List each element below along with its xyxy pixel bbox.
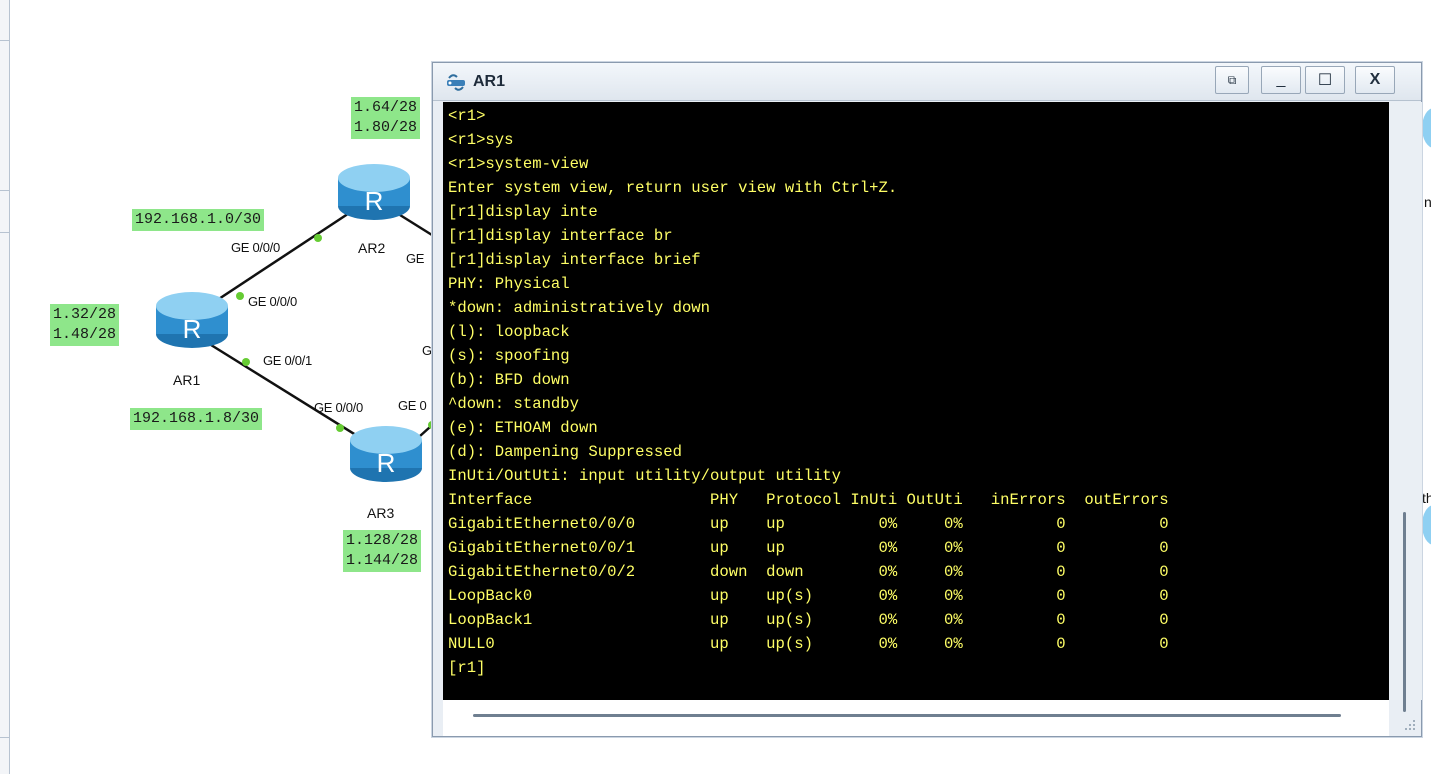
- minimize-button[interactable]: _: [1261, 66, 1301, 94]
- port-label: GE 0/0/0: [248, 294, 297, 309]
- terminal-line: GigabitEthernet0/0/0 up up 0% 0% 0 0: [448, 515, 1169, 533]
- terminal-line: Interface PHY Protocol InUti OutUti inEr…: [448, 491, 1169, 509]
- terminal-line: Enter system view, return user view with…: [448, 179, 898, 197]
- terminal-line: <r1>sys: [448, 131, 514, 149]
- router-icon[interactable]: R: [156, 292, 228, 348]
- svg-text:R: R: [183, 314, 202, 344]
- port-dot: [336, 424, 344, 432]
- ensp-workspace: R R R 1.64/28 1.80/28 192.168.1.0/30 1.3…: [0, 0, 1431, 774]
- horizontal-scroll-thumb[interactable]: [473, 714, 1341, 717]
- terminal-line: InUti/OutUti: input utility/output utili…: [448, 467, 842, 485]
- ip-label-link-ar1-ar3[interactable]: 192.168.1.8/30: [130, 408, 263, 430]
- terminal-line: LoopBack1 up up(s) 0% 0% 0 0: [448, 611, 1169, 629]
- window-titlebar[interactable]: AR1 ⧉ _ ☐ X: [433, 63, 1421, 101]
- terminal-line: ^down: standby: [448, 395, 580, 413]
- terminal-line: <r1>: [448, 107, 486, 125]
- partial-device-icon[interactable]: [1422, 108, 1431, 148]
- vertical-scrollbar[interactable]: [1390, 102, 1422, 712]
- partial-device-label: th: [1422, 490, 1431, 506]
- terminal-line: [r1]display interface br: [448, 227, 673, 245]
- ip-label-ar2[interactable]: 1.64/28 1.80/28: [351, 97, 421, 139]
- router-name-ar3[interactable]: AR3: [367, 505, 394, 521]
- close-button[interactable]: X: [1355, 66, 1395, 94]
- svg-text:R: R: [377, 448, 396, 478]
- terminal-line: <r1>system-view: [448, 155, 589, 173]
- terminal-line: NULL0 up up(s) 0% 0% 0 0: [448, 635, 1169, 653]
- port-label: GE 0/0/1: [263, 353, 312, 368]
- terminal-line: (e): ETHOAM down: [448, 419, 598, 437]
- port-dot: [314, 234, 322, 242]
- ip-label-link-ar1-ar2[interactable]: 192.168.1.0/30: [132, 209, 265, 231]
- router-name-ar1[interactable]: AR1: [173, 372, 200, 388]
- resize-grip-icon[interactable]: [1403, 718, 1417, 732]
- port-label: G: [422, 343, 432, 358]
- router-name-ar2[interactable]: AR2: [358, 240, 385, 256]
- terminal-line: PHY: Physical: [448, 275, 570, 293]
- terminal-line: *down: administratively down: [448, 299, 711, 317]
- terminal-line: [r1]: [448, 659, 486, 677]
- ip-label-ar1[interactable]: 1.32/28 1.48/28: [50, 304, 120, 346]
- port-dot: [236, 292, 244, 300]
- terminal-screen[interactable]: <r1> <r1>sys <r1>system-view Enter system v…: [443, 102, 1389, 700]
- port-label: GE 0/0/0: [314, 400, 363, 415]
- terminal-output: <r1> <r1>sys <r1>system-view Enter system v…: [448, 104, 1169, 680]
- terminal-line: (b): BFD down: [448, 371, 570, 389]
- vertical-scroll-thumb[interactable]: [1403, 512, 1406, 712]
- terminal-line: [r1]display inte: [448, 203, 598, 221]
- terminal-window[interactable]: AR1 ⧉ _ ☐ X <r1> <r1>sys <r1>system-view En…: [432, 62, 1422, 737]
- terminal-line: (d): Dampening Suppressed: [448, 443, 682, 461]
- terminal-line: LoopBack0 up up(s) 0% 0% 0 0: [448, 587, 1169, 605]
- maximize-button[interactable]: ☐: [1305, 66, 1345, 94]
- ip-label-ar3[interactable]: 1.128/28 1.144/28: [343, 530, 422, 572]
- terminal-line: GigabitEthernet0/0/1 up up 0% 0% 0 0: [448, 539, 1169, 557]
- port-dot: [242, 358, 250, 366]
- window-title: AR1: [473, 73, 506, 90]
- terminal-line: [r1]display interface brief: [448, 251, 701, 269]
- port-label: GE 0/0/0: [231, 240, 280, 255]
- router-icon[interactable]: R: [338, 164, 410, 220]
- router-terminal-icon: [447, 74, 465, 91]
- terminal-line: (l): loopback: [448, 323, 570, 341]
- restore-button[interactable]: ⧉: [1215, 66, 1249, 94]
- svg-text:R: R: [365, 186, 384, 216]
- terminal-line: GigabitEthernet0/0/2 down down 0% 0% 0 0: [448, 563, 1169, 581]
- port-label: GE 0: [398, 398, 427, 413]
- partial-device-icon[interactable]: [1422, 505, 1431, 545]
- port-label: GE: [406, 251, 425, 266]
- partial-device-label: n: [1424, 194, 1431, 210]
- terminal-line: (s): spoofing: [448, 347, 570, 365]
- horizontal-scrollbar[interactable]: [443, 700, 1389, 736]
- router-icon[interactable]: R: [350, 426, 422, 482]
